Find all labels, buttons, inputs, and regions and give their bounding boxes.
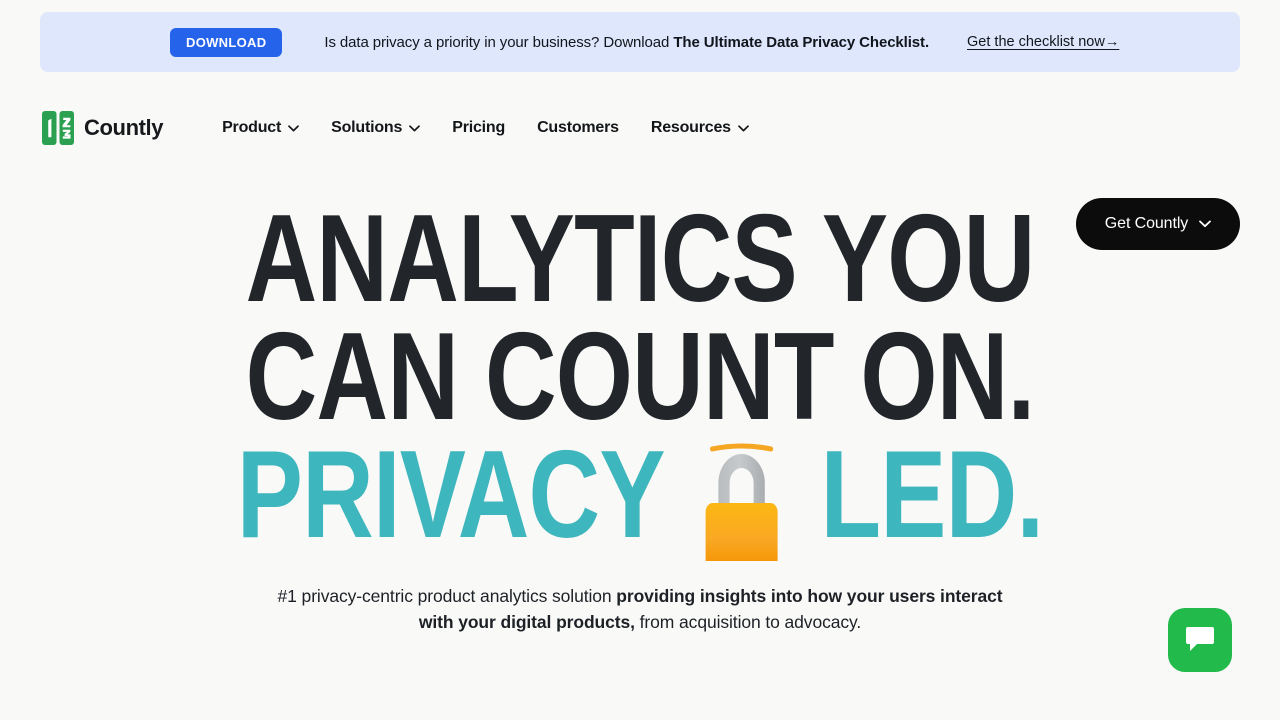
- nav-item-pricing[interactable]: Pricing: [452, 119, 505, 137]
- promo-download-badge[interactable]: DOWNLOAD: [170, 27, 283, 57]
- hero-subtitle: #1 privacy-centric product analytics sol…: [260, 583, 1020, 635]
- nav-label-product: Product: [222, 119, 282, 136]
- headline-line-3: PRIVACY LED.: [128, 433, 1152, 569]
- hero-headline: ANALYTICS YOU CAN COUNT ON. PRIVACY LED.: [128, 190, 1152, 569]
- headline-line-1: ANALYTICS YOU: [245, 190, 1036, 328]
- nav-label-resources: Resources: [650, 119, 731, 136]
- promo-banner: DOWNLOAD Is data privacy a priority in y…: [40, 12, 1240, 72]
- nav-label-pricing: Pricing: [452, 119, 506, 136]
- brand-logo[interactable]: Countly: [42, 111, 163, 145]
- chat-bubble-icon: [1185, 625, 1215, 656]
- nav-item-product[interactable]: Product: [222, 119, 299, 137]
- promo-message-bold: The Ultimate Data Privacy Checklist.: [673, 33, 930, 51]
- headline-privacy-word: PRIVACY: [236, 426, 664, 564]
- countly-logo-icon: [42, 111, 74, 145]
- main-navigation: Product Solutions Pricing Customers Reso…: [222, 119, 749, 137]
- promo-message: Is data privacy a priority in your busin…: [324, 34, 929, 51]
- nav-label-customers: Customers: [537, 119, 619, 136]
- nav-item-resources[interactable]: Resources: [651, 119, 749, 137]
- hero-subtitle-part2: from acquisition to advocacy.: [634, 612, 862, 632]
- lock-emoji: [695, 443, 789, 569]
- nav-item-solutions[interactable]: Solutions: [331, 119, 421, 137]
- chevron-down-icon: [288, 124, 299, 132]
- headline-led-word: LED.: [820, 426, 1044, 564]
- chat-widget-button[interactable]: [1168, 608, 1232, 672]
- nav-label-solutions: Solutions: [331, 119, 403, 136]
- nav-item-customers[interactable]: Customers: [537, 119, 619, 137]
- site-header: Countly Product Solutions Pricing Custom…: [0, 96, 1280, 250]
- headline-line-2: CAN COUNT ON.: [245, 308, 1035, 446]
- hero-section: ANALYTICS YOU CAN COUNT ON. PRIVACY LED.…: [0, 190, 1280, 635]
- promo-message-prefix: Is data privacy a priority in your busin…: [324, 33, 674, 51]
- chevron-down-icon: [738, 124, 749, 132]
- brand-name: Countly: [84, 115, 164, 140]
- chevron-down-icon: [409, 124, 421, 132]
- hero-subtitle-part1: #1 privacy-centric product analytics sol…: [277, 586, 617, 606]
- promo-checklist-link[interactable]: Get the checklist now→: [967, 34, 1119, 50]
